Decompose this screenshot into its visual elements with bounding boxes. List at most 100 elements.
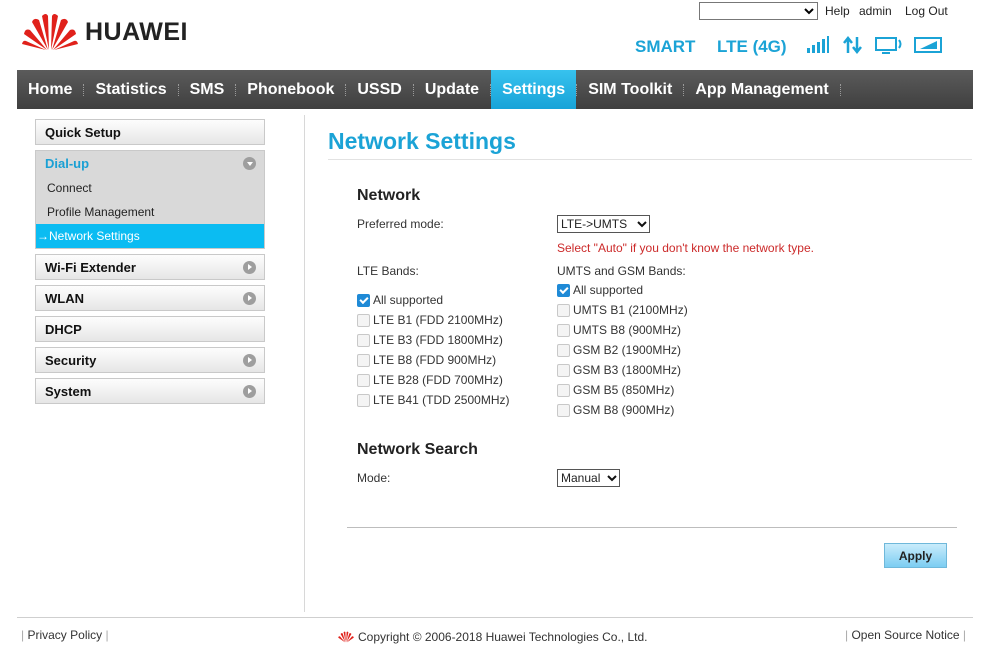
gsm-band-b8[interactable]: GSM B8 (900MHz)	[557, 403, 674, 417]
checkbox-label: All supported	[373, 293, 444, 307]
sidebar-item-dial-up[interactable]: Dial-up	[35, 150, 265, 176]
checkbox-label: LTE B3 (FDD 1800MHz)	[373, 333, 503, 347]
arrow-right-icon: →	[37, 229, 49, 243]
lte-band-b41[interactable]: LTE B41 (TDD 2500MHz)	[357, 393, 509, 407]
checkbox[interactable]	[557, 363, 570, 377]
lte-band-b3[interactable]: LTE B3 (FDD 1800MHz)	[357, 333, 503, 347]
lte-band-b28[interactable]: LTE B28 (FDD 700MHz)	[357, 373, 503, 387]
sidebar-item-label: WLAN	[45, 290, 84, 306]
copyright-text: Copyright © 2006-2018 Huawei Technologie…	[358, 630, 648, 644]
sidebar-item-dhcp[interactable]: DHCP	[35, 316, 265, 342]
nav-ussd[interactable]: USSD	[346, 70, 412, 109]
checkbox[interactable]	[357, 353, 370, 367]
nav-separator	[839, 83, 841, 96]
footer-separator: |	[962, 628, 966, 642]
sidebar-item-label: Dial-up	[45, 156, 90, 171]
sidebar-subitem-label: Network Settings	[49, 229, 140, 243]
sidebar-item-label: System	[45, 383, 92, 399]
nav-sms[interactable]: SMS	[179, 70, 236, 109]
privacy-policy-link[interactable]: Privacy Policy	[27, 628, 102, 642]
chevron-right-icon	[243, 260, 256, 274]
sidebar-item-quick-setup[interactable]: Quick Setup	[35, 119, 265, 145]
logout-link[interactable]: Log Out	[905, 4, 948, 18]
network-search-title: Network Search	[357, 441, 478, 458]
sidebar-divider	[304, 115, 305, 612]
open-source-notice-link[interactable]: Open Source Notice	[851, 628, 959, 642]
search-mode-value: Manual	[561, 471, 601, 485]
sidebar-item-security[interactable]: Security	[35, 347, 265, 373]
header: HUAWEI Help admin Log Out SMART LTE (4G)	[0, 0, 1000, 70]
umts-band-all[interactable]: All supported	[557, 283, 643, 297]
nav-home[interactable]: Home	[17, 70, 83, 109]
nav-sim-toolkit[interactable]: SIM Toolkit	[577, 70, 683, 109]
nav-app-management[interactable]: App Management	[684, 70, 839, 109]
checkbox-label: GSM B5 (850MHz)	[573, 383, 675, 397]
nav-phonebook[interactable]: Phonebook	[236, 70, 345, 109]
network-type-hint: Select "Auto" if you don't know the netw…	[557, 241, 814, 255]
checkbox[interactable]	[357, 313, 370, 327]
chevron-right-icon	[243, 384, 256, 398]
footer-privacy: | Privacy Policy |	[21, 628, 109, 642]
chevron-right-icon	[243, 353, 256, 367]
checkbox-label: LTE B8 (FDD 900MHz)	[373, 353, 497, 367]
checkbox-label: GSM B8 (900MHz)	[573, 403, 675, 417]
nav-update[interactable]: Update	[414, 70, 490, 109]
title-divider	[328, 159, 972, 160]
sidebar-item-wifi-extender[interactable]: Wi-Fi Extender	[35, 254, 265, 280]
footer-separator: |	[105, 628, 109, 642]
sidebar-item-label: Quick Setup	[45, 124, 121, 140]
checkbox[interactable]	[557, 383, 570, 397]
huawei-flower-icon	[22, 14, 78, 50]
help-link[interactable]: Help	[825, 4, 850, 18]
nav-settings[interactable]: Settings	[491, 70, 577, 109]
sidebar-subitem-connect[interactable]: Connect	[36, 176, 264, 200]
language-select[interactable]	[699, 2, 818, 20]
apply-button[interactable]: Apply	[884, 543, 947, 568]
lte-band-b1[interactable]: LTE B1 (FDD 2100MHz)	[357, 313, 503, 327]
footer-open-source: | Open Source Notice |	[845, 628, 966, 642]
checkbox-label: LTE B28 (FDD 700MHz)	[373, 373, 503, 387]
checkbox[interactable]	[557, 403, 570, 417]
checkbox[interactable]	[557, 303, 570, 317]
lte-band-all[interactable]: All supported	[357, 293, 443, 307]
footer-divider	[17, 617, 973, 618]
operator-name: SMART	[635, 37, 696, 56]
umts-band-b1[interactable]: UMTS B1 (2100MHz)	[557, 303, 688, 317]
umts-band-b8[interactable]: UMTS B8 (900MHz)	[557, 323, 681, 337]
sidebar-subitem-profile-management[interactable]: Profile Management	[36, 200, 264, 224]
lte-band-b8[interactable]: LTE B8 (FDD 900MHz)	[357, 353, 496, 367]
chevron-down-icon	[243, 157, 256, 170]
nav-statistics[interactable]: Statistics	[84, 70, 177, 109]
copyright: Copyright © 2006-2018 Huawei Technologie…	[337, 630, 647, 644]
checkbox-label: All supported	[573, 283, 644, 297]
sidebar-item-system[interactable]: System	[35, 378, 265, 404]
content-divider	[347, 527, 957, 528]
network-type: LTE (4G)	[717, 37, 787, 56]
checkbox[interactable]	[557, 283, 570, 297]
dial-up-submenu: Connect Profile Management → Network Sett…	[35, 176, 265, 249]
huawei-logo[interactable]: HUAWEI	[22, 12, 188, 52]
sidebar-item-label: Wi-Fi Extender	[45, 259, 136, 275]
brand-name: HUAWEI	[85, 17, 188, 46]
checkbox[interactable]	[357, 373, 370, 387]
sidebar-item-label: Security	[45, 352, 97, 368]
checkbox-label: GSM B3 (1800MHz)	[573, 363, 682, 377]
search-mode-select[interactable]: Manual	[557, 469, 620, 487]
preferred-mode-label: Preferred mode:	[357, 217, 444, 231]
preferred-mode-select[interactable]: LTE->UMTS	[557, 215, 650, 233]
chevron-down-icon	[607, 474, 617, 481]
checkbox[interactable]	[557, 323, 570, 337]
gsm-band-b2[interactable]: GSM B2 (1900MHz)	[557, 343, 681, 357]
checkbox[interactable]	[357, 393, 370, 407]
gsm-band-b3[interactable]: GSM B3 (1800MHz)	[557, 363, 681, 377]
footer-separator: |	[21, 628, 25, 642]
sidebar-item-wlan[interactable]: WLAN	[35, 285, 265, 311]
checkbox[interactable]	[357, 293, 370, 307]
admin-link[interactable]: admin	[859, 4, 892, 18]
checkbox-label: GSM B2 (1900MHz)	[573, 343, 682, 357]
checkbox[interactable]	[357, 333, 370, 347]
huawei-flower-icon	[338, 631, 354, 643]
gsm-band-b5[interactable]: GSM B5 (850MHz)	[557, 383, 674, 397]
sidebar-subitem-network-settings[interactable]: → Network Settings	[36, 224, 264, 248]
checkbox[interactable]	[557, 343, 570, 357]
